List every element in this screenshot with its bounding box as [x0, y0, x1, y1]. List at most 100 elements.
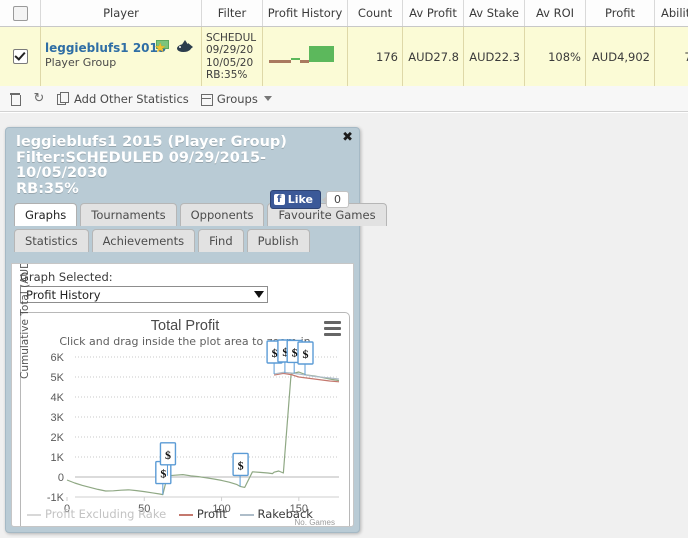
- svg-text:$: $: [292, 345, 298, 359]
- select-all-checkbox[interactable]: [12, 5, 28, 21]
- tab-tournaments[interactable]: Tournaments: [80, 203, 177, 226]
- chart-series-profit-rakeback: [66, 371, 340, 496]
- svg-text:$: $: [160, 467, 166, 481]
- star-badge-icon: ★: [154, 40, 170, 55]
- grid-toolbar: ↻ Add Other Statistics Groups: [0, 86, 688, 112]
- tab-find[interactable]: Find: [198, 229, 244, 252]
- player-badges: ★: [154, 40, 193, 56]
- legend-item-rakeback[interactable]: Rakeback: [239, 506, 313, 523]
- legend-swatch: [239, 513, 254, 516]
- facebook-like-widget: f Like 0: [269, 190, 349, 209]
- facebook-icon: f: [273, 194, 285, 205]
- av-stake-value: AUD22.3: [463, 26, 525, 87]
- chevron-down-icon: [263, 96, 272, 101]
- y-tick-label: 2K: [51, 432, 65, 444]
- profit-chart-plot[interactable]: -1K01K2K3K4K5K6K0 50 100 150No. Games$$$$ $ $…: [21, 313, 351, 527]
- header-filter[interactable]: Filter: [201, 0, 263, 27]
- groups-dropdown-button[interactable]: Groups: [199, 92, 272, 106]
- legend-label: Rakeback: [257, 507, 313, 521]
- header-av-stake[interactable]: Av Stake: [463, 0, 525, 27]
- panel-title-line-2: Filter:SCHEDULED 09/29/2015-10/05/2030: [16, 149, 267, 181]
- groups-label: Groups: [216, 91, 258, 106]
- tab-publish[interactable]: Publish: [246, 229, 310, 252]
- facebook-like-label: Like: [287, 193, 313, 206]
- graph-selected-label: Graph Selected:: [20, 270, 113, 284]
- y-tick-label: 5K: [51, 372, 65, 384]
- chart-legend: Profit Excluding Rake Profit Rakeback Pr…: [27, 504, 343, 526]
- player-detail-panel: ✖ leggieblufs1 2015 (Player Group) Filte…: [5, 127, 387, 533]
- row-select-cell[interactable]: [0, 26, 41, 87]
- svg-text:$: $: [272, 346, 278, 360]
- facebook-like-button[interactable]: f Like: [269, 190, 321, 209]
- legend-item-profit[interactable]: Profit: [178, 506, 227, 523]
- profit-history-sparkline: [269, 46, 334, 63]
- graph-selected-dropdown[interactable]: Profit History: [20, 286, 268, 303]
- facebook-like-count: 0: [322, 191, 349, 208]
- header-count[interactable]: Count: [347, 0, 403, 27]
- profit-value: AUD4,902: [585, 26, 655, 87]
- close-icon[interactable]: ✖: [342, 131, 353, 144]
- refresh-button[interactable]: ↻: [32, 90, 46, 106]
- graph-selected-value: Profit History: [26, 287, 101, 302]
- legend-swatch: [178, 513, 193, 516]
- header-profit-history[interactable]: Profit History: [262, 0, 348, 27]
- panel-title: leggieblufs1 2015 (Player Group) Filter:…: [6, 128, 359, 197]
- legend-item-profit-excluding-rake[interactable]: Profit Excluding Rake: [27, 506, 166, 523]
- header-player[interactable]: Player: [40, 0, 202, 27]
- header-av-profit[interactable]: Av Profit: [402, 0, 464, 27]
- filter-line-4: RB:35%: [206, 69, 248, 81]
- filter-line-3: 10/05/20: [206, 56, 254, 69]
- legend-item-significant-wins[interactable]: Significant Wins: [160, 523, 268, 526]
- header-ability[interactable]: Ability: [654, 0, 688, 27]
- player-cell[interactable]: ★ leggieblufs1 2015 Player Group: [40, 26, 202, 87]
- svg-text:$: $: [303, 347, 309, 361]
- panel-tab-row-2: Statistics Achievements Find Publish: [14, 229, 351, 252]
- significant-win-marker[interactable]: $: [297, 341, 314, 375]
- tab-graphs[interactable]: Graphs: [14, 203, 78, 226]
- filter-line-2: 09/29/20: [206, 44, 254, 56]
- player-type-label: Player Group: [45, 56, 117, 69]
- tab-statistics[interactable]: Statistics: [14, 229, 89, 252]
- add-other-statistics-button[interactable]: Add Other Statistics: [56, 91, 189, 106]
- av-profit-value: AUD27.8: [402, 26, 464, 87]
- legend-label: Significant Wins: [176, 523, 268, 526]
- table-row[interactable]: ★ leggieblufs1 2015 Player Group SCHEDUL: [0, 26, 688, 87]
- trash-icon: [8, 92, 22, 106]
- y-tick-label: 1K: [51, 452, 65, 464]
- header-profit[interactable]: Profit: [585, 0, 655, 27]
- filter-cell: SCHEDUL 09/29/20 10/05/20 RB:35%: [201, 26, 263, 87]
- profit-history-sparkline-cell[interactable]: [262, 26, 348, 87]
- legend-swatch: [27, 513, 41, 516]
- ability-value: 79: [654, 26, 688, 87]
- legend-label: Profit Excluding Rake: [45, 507, 167, 521]
- player-grid: Player Filter Profit History Count Av Pr…: [0, 0, 688, 87]
- tab-opponents[interactable]: Opponents: [179, 203, 265, 226]
- groups-icon: [199, 92, 213, 106]
- y-tick-label: -1K: [47, 492, 65, 504]
- table-header-row: Player Filter Profit History Count Av Pr…: [0, 0, 688, 27]
- shark-icon: [176, 40, 193, 55]
- panel-title-line-1: leggieblufs1 2015 (Player Group): [16, 134, 287, 150]
- y-tick-label: 3K: [51, 412, 65, 424]
- player-table: Player Filter Profit History Count Av Pr…: [0, 0, 688, 87]
- delete-button[interactable]: [8, 92, 22, 106]
- y-tick-label: 0: [58, 472, 64, 484]
- significant-win-marker[interactable]: $: [155, 460, 172, 495]
- add-columns-icon: [56, 91, 70, 106]
- av-roi-value: 108%: [524, 26, 586, 87]
- svg-text:$: $: [165, 448, 171, 462]
- legend-swatch: [160, 525, 173, 526]
- filter-line-1: SCHEDUL: [206, 31, 257, 44]
- y-tick-label: 6K: [51, 352, 65, 364]
- panel-content: Graph Selected: Profit History Total Pro…: [11, 263, 354, 527]
- refresh-icon: ↻: [33, 90, 45, 106]
- tab-achievements[interactable]: Achievements: [91, 229, 196, 252]
- row-checkbox[interactable]: [12, 49, 28, 64]
- count-value: 176: [347, 26, 403, 87]
- header-select-all[interactable]: [0, 0, 41, 27]
- profit-chart-card: Total Profit Click and drag inside the p…: [19, 264, 351, 527]
- svg-text:$: $: [238, 458, 244, 472]
- legend-label: Profit: [196, 507, 227, 521]
- significant-win-marker[interactable]: $: [232, 452, 249, 487]
- header-av-roi[interactable]: Av ROI: [524, 0, 586, 27]
